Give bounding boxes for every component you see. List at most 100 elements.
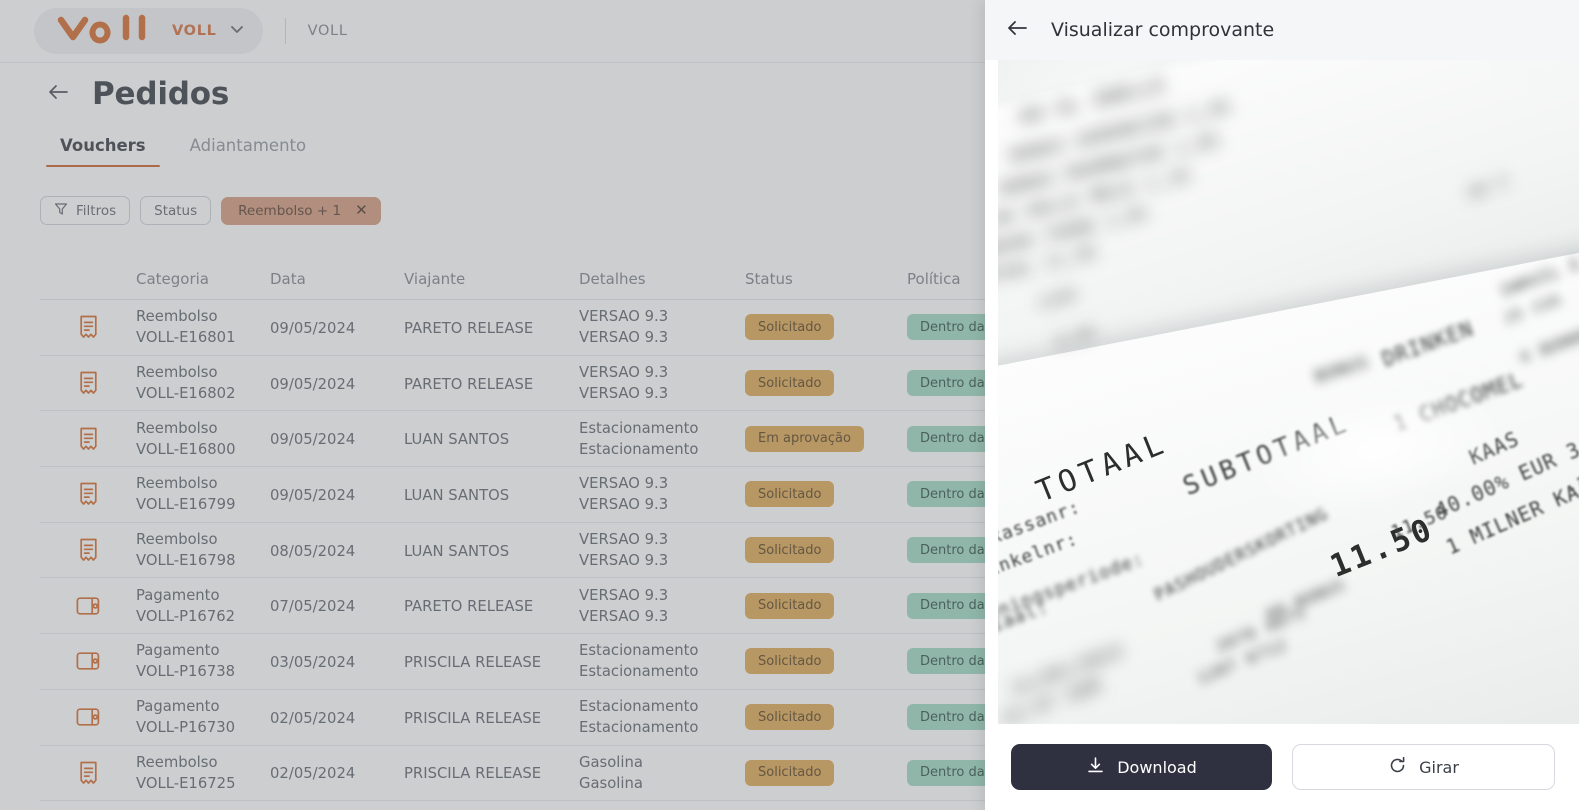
- codigo-label: VOLL-P16738: [136, 663, 236, 681]
- status-badge: Em aprovação: [745, 425, 864, 452]
- cell-viajante: PARETO RELEASE: [404, 375, 534, 393]
- cell-viajante: PRISCILA RELEASE: [404, 765, 542, 783]
- status-badge: Solicitado: [745, 704, 835, 731]
- status-badge: Solicitado: [745, 537, 835, 564]
- codigo-label: VOLL-E16801: [136, 329, 236, 347]
- codigo-label: VOLL-P16762: [136, 607, 236, 625]
- categoria-label: Pagamento: [136, 586, 220, 604]
- cell-status: Solicitado: [745, 314, 907, 341]
- cell-categoria: Pagamento VOLL-P16762: [136, 585, 270, 627]
- codigo-label: VOLL-E16725: [136, 774, 236, 792]
- cell-status: Em aprovação: [745, 425, 907, 452]
- cell-data: 02/05/2024: [270, 765, 356, 783]
- cell-viajante: LUAN SANTOS: [404, 486, 510, 504]
- cell-viajante: LUAN SANTOS: [404, 542, 510, 560]
- column-header-data: Data: [270, 269, 306, 288]
- status-filter-label: Status: [154, 202, 198, 219]
- cell-viajante: PARETO RELEASE: [404, 598, 534, 616]
- receipt-icon: [40, 482, 136, 506]
- cell-detalhes: VERSAO 9.3 VERSAO 9.3: [579, 308, 669, 347]
- funnel-icon: [54, 202, 68, 220]
- arrow-left-icon[interactable]: [46, 82, 70, 106]
- cell-detalhes: VERSAO 9.3 VERSAO 9.3: [579, 531, 669, 570]
- page-title: Pedidos: [92, 76, 230, 112]
- close-icon[interactable]: ✕: [355, 203, 368, 218]
- brand-code: VOLL: [172, 23, 217, 39]
- tab-bar: Vouchers Adiantamento: [38, 130, 328, 167]
- status-badge: Solicitado: [745, 481, 835, 508]
- active-filter-label: Reembolso + 1: [238, 202, 342, 219]
- cell-status: Solicitado: [745, 648, 907, 675]
- modal-footer: Download Girar: [985, 724, 1579, 810]
- column-header-categoria: Categoria: [136, 269, 210, 288]
- cell-viajante: PRISCILA RELEASE: [404, 653, 542, 671]
- codigo-label: VOLL-E16802: [136, 385, 236, 403]
- status-badge: Solicitado: [745, 648, 835, 675]
- cell-categoria: Reembolso VOLL-E16798: [136, 529, 270, 571]
- download-icon: [1086, 756, 1105, 779]
- column-header-viajante: Viajante: [404, 269, 466, 288]
- org-name: VOLL: [307, 23, 348, 39]
- download-label: Download: [1117, 757, 1197, 777]
- categoria-label: Reembolso: [136, 531, 218, 549]
- topbar-divider: [284, 18, 286, 44]
- categoria-label: Pagamento: [136, 698, 220, 716]
- codigo-label: VOLL-E16799: [136, 496, 236, 514]
- cell-categoria: Pagamento VOLL-P16730: [136, 696, 270, 738]
- categoria-label: Reembolso: [136, 364, 218, 382]
- cell-status: Solicitado: [745, 370, 907, 397]
- screen: VOLL VOLL Pedidos Vouchers Adiantamento …: [0, 0, 1579, 810]
- categoria-label: Reembolso: [136, 475, 218, 493]
- brand-switcher[interactable]: VOLL: [34, 8, 263, 54]
- tab-vouchers[interactable]: Vouchers: [38, 130, 168, 167]
- status-filter-button[interactable]: Status: [140, 196, 212, 225]
- cell-viajante: PRISCILA RELEASE: [404, 709, 542, 727]
- cell-detalhes: VERSAO 9.3 VERSAO 9.3: [579, 586, 669, 625]
- cell-detalhes: Gasolina Gasolina: [579, 753, 643, 792]
- cell-data: 09/05/2024: [270, 431, 356, 449]
- cell-categoria: Reembolso VOLL-E16802: [136, 362, 270, 404]
- receipt-image[interactable]: AH XL ZWOLLE BONUS AARDBEIEN 2,49 BONUS …: [998, 60, 1579, 724]
- arrow-left-icon[interactable]: [1005, 18, 1029, 42]
- cell-detalhes: Estacionamento Estacionamento: [579, 698, 699, 737]
- wallet-icon: [40, 595, 136, 617]
- cell-status: Solicitado: [745, 704, 907, 731]
- active-filter-chip[interactable]: Reembolso + 1 ✕: [221, 196, 381, 225]
- tab-adiantamento[interactable]: Adiantamento: [168, 130, 328, 167]
- receipt-photo: AH XL ZWOLLE BONUS AARDBEIEN 2,49 BONUS …: [998, 60, 1579, 724]
- wallet-icon: [40, 706, 136, 728]
- rotate-button[interactable]: Girar: [1292, 744, 1555, 790]
- modal-header: Visualizar comprovante: [985, 0, 1579, 60]
- receipt-icon: [40, 371, 136, 395]
- chevron-down-icon[interactable]: [229, 21, 245, 41]
- cell-categoria: Pagamento VOLL-P16738: [136, 640, 270, 682]
- column-header-detalhes: Detalhes: [579, 269, 646, 288]
- rotate-cw-icon: [1388, 756, 1407, 779]
- cell-data: 09/05/2024: [270, 319, 356, 337]
- status-badge: Solicitado: [745, 759, 835, 786]
- cell-detalhes: Estacionamento Estacionamento: [579, 419, 699, 458]
- cell-data: 03/05/2024: [270, 653, 356, 671]
- receipt-viewer-modal: Visualizar comprovante AH XL ZWOLLE BONU…: [985, 0, 1579, 810]
- cell-detalhes: VERSAO 9.3 VERSAO 9.3: [579, 475, 669, 514]
- receipt-icon: [40, 427, 136, 451]
- voll-logo-icon: [56, 14, 160, 48]
- categoria-label: Reembolso: [136, 308, 218, 326]
- download-button[interactable]: Download: [1011, 744, 1272, 790]
- cell-data: 08/05/2024: [270, 542, 356, 560]
- cell-detalhes: Estacionamento Estacionamento: [579, 642, 699, 681]
- cell-status: Solicitado: [745, 592, 907, 619]
- categoria-label: Reembolso: [136, 753, 218, 771]
- filtros-button[interactable]: Filtros: [40, 196, 131, 225]
- cell-status: Solicitado: [745, 759, 907, 786]
- receipt-icon: [40, 315, 136, 339]
- cell-data: 02/05/2024: [270, 709, 356, 727]
- modal-body: AH XL ZWOLLE BONUS AARDBEIEN 2,49 BONUS …: [985, 60, 1579, 810]
- cell-categoria: Reembolso VOLL-E16800: [136, 418, 270, 460]
- cell-categoria: Reembolso VOLL-E16725: [136, 752, 270, 794]
- modal-title: Visualizar comprovante: [1051, 19, 1275, 41]
- receipt-icon: [40, 538, 136, 562]
- cell-data: 09/05/2024: [270, 375, 356, 393]
- codigo-label: VOLL-E16798: [136, 552, 236, 570]
- wallet-icon: [40, 650, 136, 672]
